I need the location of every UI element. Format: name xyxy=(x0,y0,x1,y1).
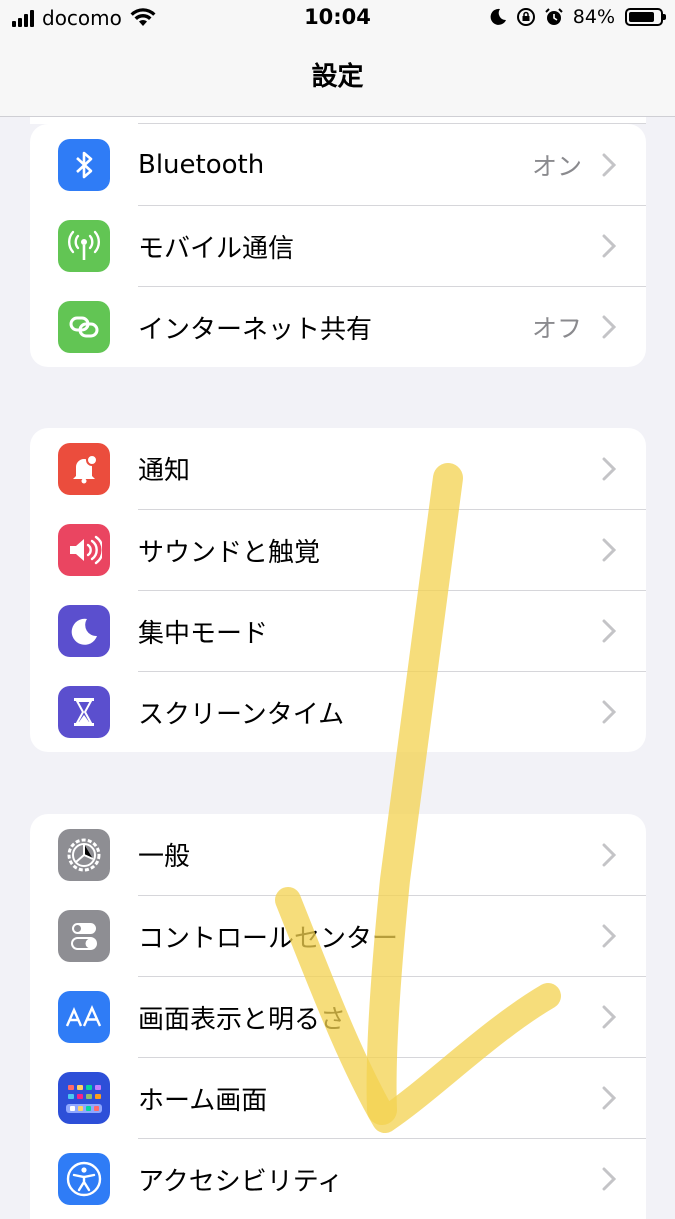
settings-row-control-center[interactable]: コントロールセンター xyxy=(30,895,646,976)
chevron-right-icon xyxy=(602,843,616,866)
chevron-right-icon xyxy=(602,457,616,480)
bluetooth-icon xyxy=(58,138,110,191)
chevron-right-icon xyxy=(602,1086,616,1110)
chevron-right-icon xyxy=(602,619,616,643)
toggles-icon xyxy=(58,909,110,962)
settings-row-screen-time[interactable]: スクリーンタイム xyxy=(30,671,646,752)
status-bar: docomo 10:04 84% xyxy=(0,0,675,38)
chevron-right-icon xyxy=(602,315,616,339)
battery-icon xyxy=(625,8,666,26)
settings-group-connectivity: Bluetooth オン モバイル通信 インターネット共有 オフ xyxy=(30,124,646,367)
antenna-icon xyxy=(58,219,110,272)
row-label: 一般 xyxy=(138,842,191,872)
row-label: 集中モード xyxy=(138,618,269,649)
gear-icon xyxy=(58,828,110,881)
bell-icon xyxy=(58,442,110,495)
chevron-right-icon xyxy=(602,700,616,724)
home-grid-icon xyxy=(58,1071,110,1124)
speaker-icon xyxy=(58,523,110,576)
rotation-lock-icon xyxy=(515,6,537,28)
settings-row-mobile-data[interactable]: モバイル通信 xyxy=(30,205,646,286)
settings-row-display-brightness[interactable]: 画面表示と明るさ xyxy=(30,976,646,1057)
row-value: オン xyxy=(531,151,582,181)
chevron-right-icon xyxy=(602,1005,616,1029)
battery-percentage: 84% xyxy=(572,6,615,28)
settings-row-focus[interactable]: 集中モード xyxy=(30,590,646,671)
accessibility-icon xyxy=(58,1152,110,1205)
chevron-right-icon xyxy=(602,153,616,176)
settings-row-accessibility[interactable]: アクセシビリティ xyxy=(30,1138,646,1219)
navigation-bar: 設定 xyxy=(0,38,675,117)
chevron-right-icon xyxy=(602,234,616,258)
row-label: アクセシビリティ xyxy=(138,1166,344,1197)
settings-row-general[interactable]: 一般 xyxy=(30,814,646,895)
row-label: ホーム画面 xyxy=(138,1085,268,1116)
battery-fill xyxy=(629,12,655,22)
row-label: モバイル通信 xyxy=(138,233,295,264)
row-label: 通知 xyxy=(138,456,191,486)
settings-row-bluetooth[interactable]: Bluetooth オン xyxy=(30,124,646,205)
settings-row-sounds-haptics[interactable]: サウンドと触覚 xyxy=(30,509,646,590)
moon-icon xyxy=(487,6,509,28)
hourglass-icon xyxy=(58,685,110,738)
row-label: 画面表示と明るさ xyxy=(138,1004,347,1035)
chevron-right-icon xyxy=(602,538,616,562)
settings-group-notifications: 通知 サウンドと触覚 集中モード スクリーンタイム xyxy=(30,428,646,752)
previous-group-tail xyxy=(30,116,646,124)
alarm-icon xyxy=(543,6,565,28)
chevron-right-icon xyxy=(602,924,616,948)
row-label: サウンドと触覚 xyxy=(138,537,321,568)
row-value: オフ xyxy=(531,314,582,343)
text-size-icon xyxy=(58,990,110,1043)
link-icon xyxy=(58,300,110,353)
page-title: 設定 xyxy=(311,62,364,92)
settings-group-general: 一般 コントロールセンター 画面表示と明るさ ホーム画面 アクセシビリティ xyxy=(30,814,646,1219)
status-right: 84% xyxy=(487,6,666,28)
chevron-right-icon xyxy=(602,1167,616,1191)
row-label: インターネット共有 xyxy=(138,314,373,345)
settings-row-notifications[interactable]: 通知 xyxy=(30,428,646,509)
settings-row-personal-hotspot[interactable]: インターネット共有 オフ xyxy=(30,286,646,367)
row-label: コントロールセンター xyxy=(138,923,399,954)
settings-row-home-screen[interactable]: ホーム画面 xyxy=(30,1057,646,1138)
row-label: Bluetooth xyxy=(138,149,265,180)
row-label: スクリーンタイム xyxy=(138,699,345,730)
moon-icon xyxy=(58,604,110,657)
